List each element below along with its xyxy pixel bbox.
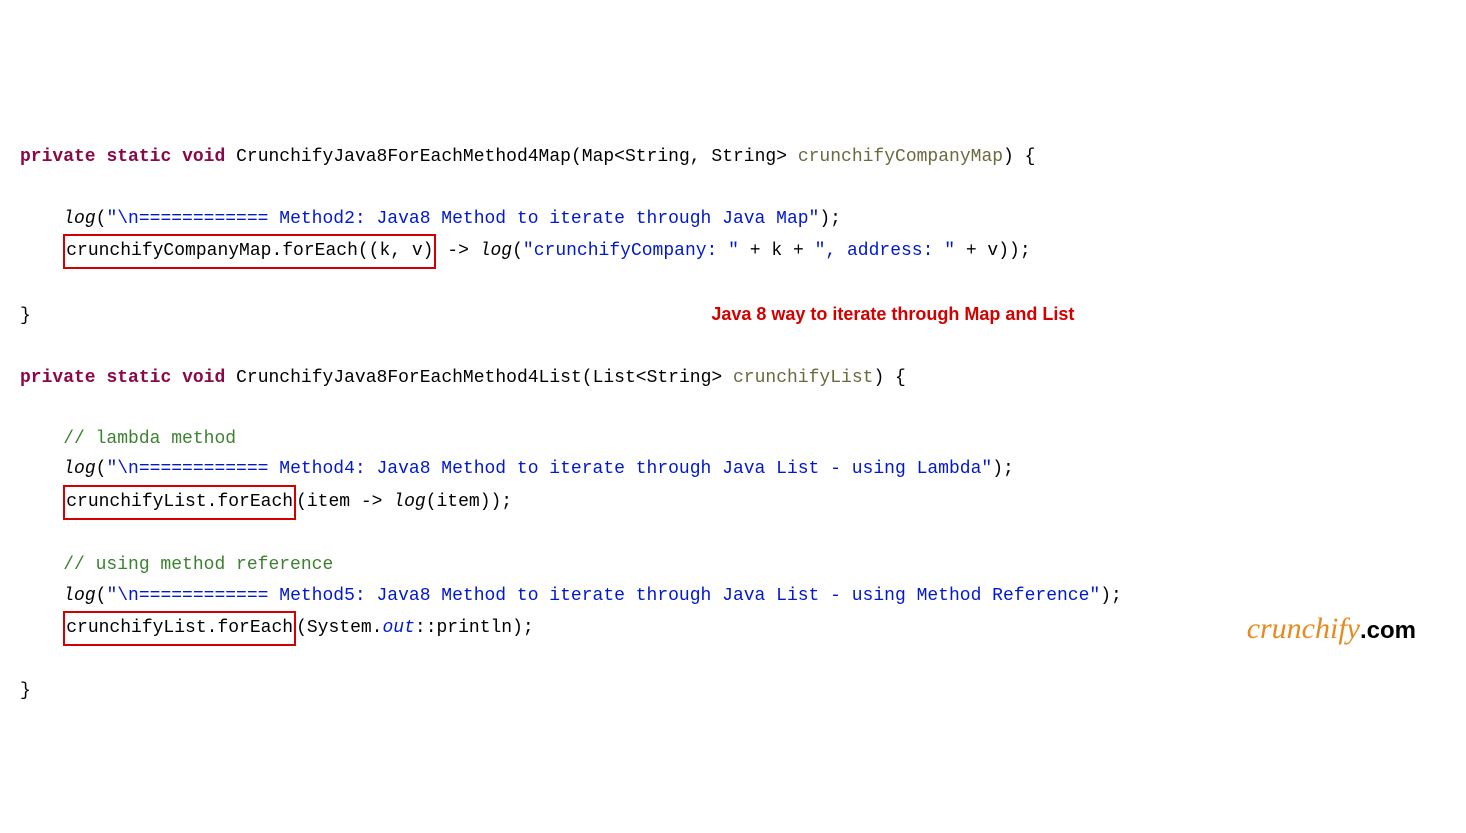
string: "\n============ Method4: Java8 Method to… (106, 459, 992, 479)
log-call: log (393, 492, 425, 512)
close: ); (992, 459, 1014, 479)
brace: ) { (1003, 147, 1035, 167)
type: List<String> (593, 368, 723, 388)
arrow: -> (436, 241, 479, 261)
method-name: CrunchifyJava8ForEachMethod4List (236, 368, 582, 388)
highlight-box: crunchifyList.forEach (63, 611, 296, 646)
kw-private: private (20, 368, 96, 388)
kw-static: static (106, 368, 171, 388)
string: ", address: " (815, 241, 955, 261)
comment: // using method reference (63, 555, 333, 575)
method-name: CrunchifyJava8ForEachMethod4Map (236, 147, 571, 167)
log-call: log (480, 241, 512, 261)
type: Map<String, String> (582, 147, 787, 167)
log-call: log (63, 209, 95, 229)
rest: (item -> (296, 492, 393, 512)
kw-private: private (20, 147, 96, 167)
close: ); (819, 209, 841, 229)
rest: ::println); (415, 618, 534, 638)
kw-void: void (182, 368, 225, 388)
log-call: log (63, 586, 95, 606)
annotation: Java 8 way to iterate through Map and Li… (711, 304, 1074, 324)
plus: + v)); (955, 241, 1031, 261)
log-call: log (63, 459, 95, 479)
plus: + k + (739, 241, 815, 261)
string: "\n============ Method2: Java8 Method to… (106, 209, 819, 229)
comment: // lambda method (63, 429, 236, 449)
code-block: private static void CrunchifyJava8ForEac… (20, 142, 1446, 660)
brace: ) { (873, 368, 905, 388)
string: "crunchifyCompany: " (523, 241, 739, 261)
highlight-box: crunchifyList.forEach (63, 485, 296, 520)
highlight-box: crunchifyCompanyMap.forEach((k, v) (63, 234, 436, 269)
watermark: crunchify.com (1247, 603, 1416, 654)
param: crunchifyCompanyMap (798, 147, 1003, 167)
close: ); (1100, 586, 1122, 606)
kw-void: void (182, 147, 225, 167)
brand: crunchify (1247, 612, 1360, 645)
dotcom: .com (1360, 617, 1416, 644)
close: (item)); (426, 492, 512, 512)
out: out (382, 618, 414, 638)
kw-static: static (106, 147, 171, 167)
param: crunchifyList (733, 368, 873, 388)
open: (System. (296, 618, 382, 638)
string: "\n============ Method5: Java8 Method to… (106, 586, 1100, 606)
